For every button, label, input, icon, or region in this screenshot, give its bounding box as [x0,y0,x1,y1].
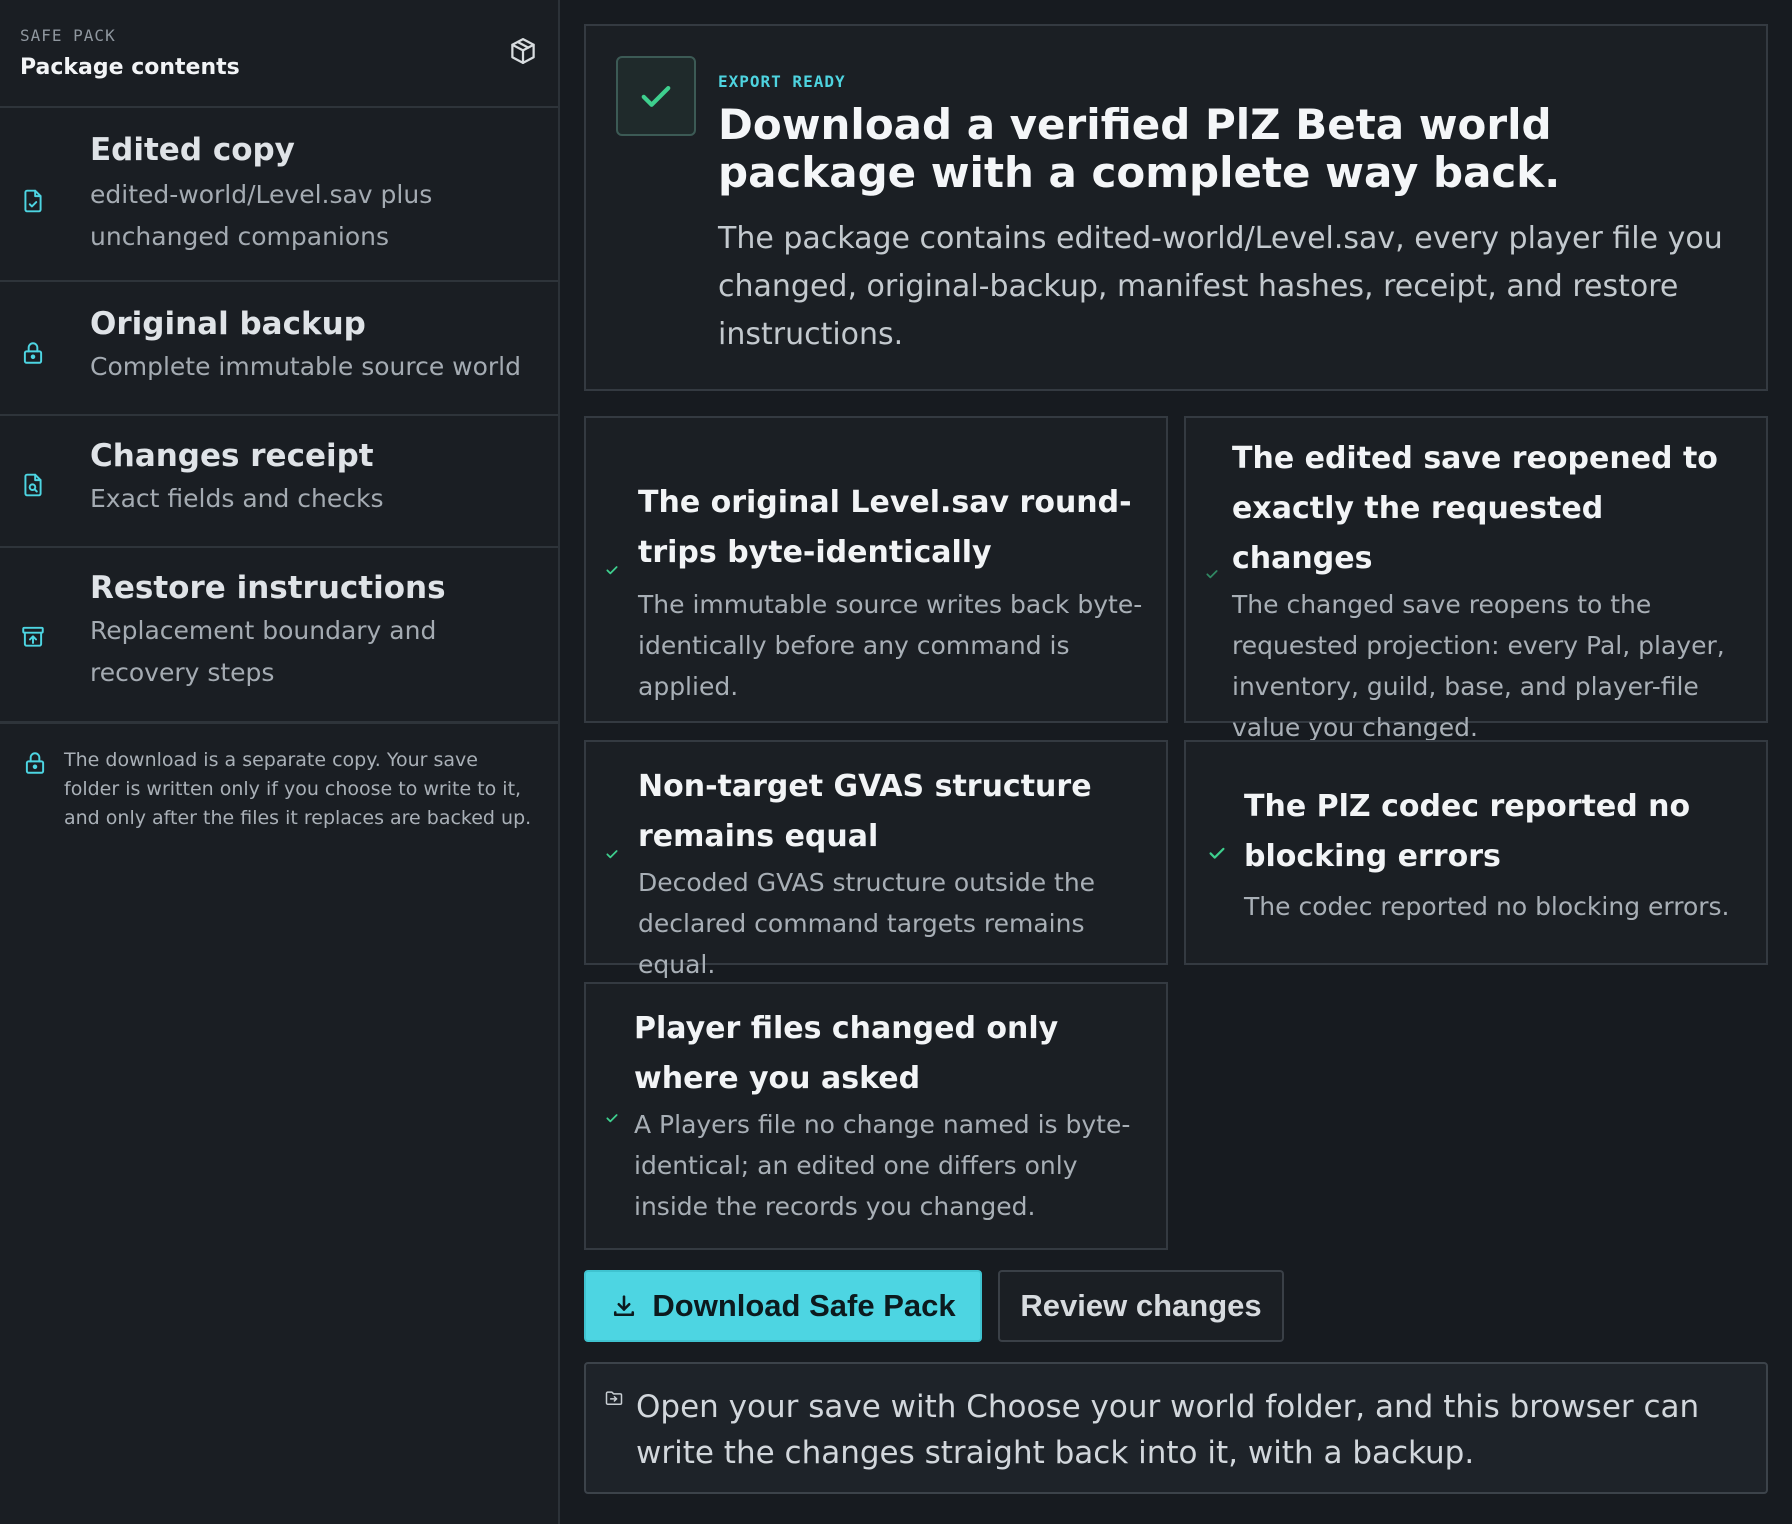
check-title: Non-target GVAS structure remains equal [638,769,1092,854]
export-ready-hero: EXPORT READY Download a verified PlZ Bet… [584,24,1768,391]
folder-open-icon [605,1391,623,1405]
content-item-desc: Complete immutable source world [90,352,521,381]
content-item-desc: edited-world/Level.sav plus unchanged co… [90,180,433,251]
lock-icon [25,752,45,774]
check-card-edited-save: The edited save reopened to exactly the … [1184,416,1768,742]
check-title: The edited save reopened to exactly the … [1232,441,1718,576]
note-text: The download is a separate copy. Your sa… [64,749,532,829]
check-card-round-trip: The original Level.sav round-trips byte-… [584,416,1168,723]
content-item-title: Original backup [90,306,366,342]
content-item-title: Restore instructions [90,570,446,606]
check-desc: The codec reported no blocking errors. [1244,892,1730,921]
check-icon [606,850,618,859]
review-changes-button[interactable]: Review changes [998,1270,1284,1342]
content-item-desc: Exact fields and checks [90,484,384,513]
check-card-gvas-structure: Non-target GVAS structure remains equal … [584,740,1168,979]
download-icon [614,1295,635,1317]
content-item-changes-receipt: Changes receipt Exact fields and checks [0,416,558,548]
package-contents-sidebar: SAFE PACK Package contents Edited copy e… [0,0,560,1524]
sidebar-eyebrow: SAFE PACK [20,26,116,45]
content-item-original-backup: Original backup Complete immutable sourc… [0,282,558,416]
page-title: Download a verified PlZ Beta world packa… [718,100,1561,197]
write-back-notice: Open your save with Choose your world fo… [584,1362,1768,1494]
review-button-label: Review changes [1020,1288,1262,1323]
check-icon [641,86,671,107]
check-card-codec: The PlZ codec reported no blocking error… [1184,740,1768,965]
content-item-restore-instructions: Restore instructions Replacement boundar… [0,548,558,724]
sidebar-title: Package contents [20,55,240,80]
file-check-icon [24,189,42,213]
separate-copy-note: The download is a separate copy. Your sa… [0,724,558,833]
download-button-label: Download Safe Pack [652,1288,956,1323]
notice-text: Open your save with Choose your world fo… [636,1389,1700,1471]
verified-badge [616,56,696,136]
check-desc: The changed save reopens to the requeste… [1232,590,1725,742]
content-item-desc: Replacement boundary and recovery steps [90,616,437,687]
check-desc: Decoded GVAS structure outside the decla… [638,868,1096,979]
hero-eyebrow: EXPORT READY [718,72,846,91]
safe-pack-export-view: SAFE PACK Package contents Edited copy e… [0,0,1792,1524]
content-item-edited-copy: Edited copy edited-world/Level.sav plus … [0,108,558,282]
check-desc: The immutable source writes back byte-id… [638,590,1143,701]
check-title: Player files changed only where you aske… [634,1011,1059,1096]
check-icon [1209,847,1225,859]
file-search-icon [24,473,42,497]
sidebar-header: SAFE PACK Package contents [0,0,558,108]
hero-description: The package contains edited-world/Level.… [718,221,1723,352]
content-item-title: Changes receipt [90,438,374,474]
check-desc: A Players file no change named is byte-i… [634,1110,1131,1221]
check-card-player-files: Player files changed only where you aske… [584,982,1168,1250]
check-title: The PlZ codec reported no blocking error… [1244,789,1691,874]
check-icon [606,566,618,575]
check-icon [1206,570,1218,579]
lock-icon [23,342,43,364]
check-icon [606,1114,618,1123]
archive-restore-icon [22,626,44,647]
content-item-title: Edited copy [90,132,295,168]
package-icon [511,38,535,64]
check-title: The original Level.sav round-trips byte-… [638,485,1132,570]
download-safe-pack-button[interactable]: Download Safe Pack [584,1270,982,1342]
